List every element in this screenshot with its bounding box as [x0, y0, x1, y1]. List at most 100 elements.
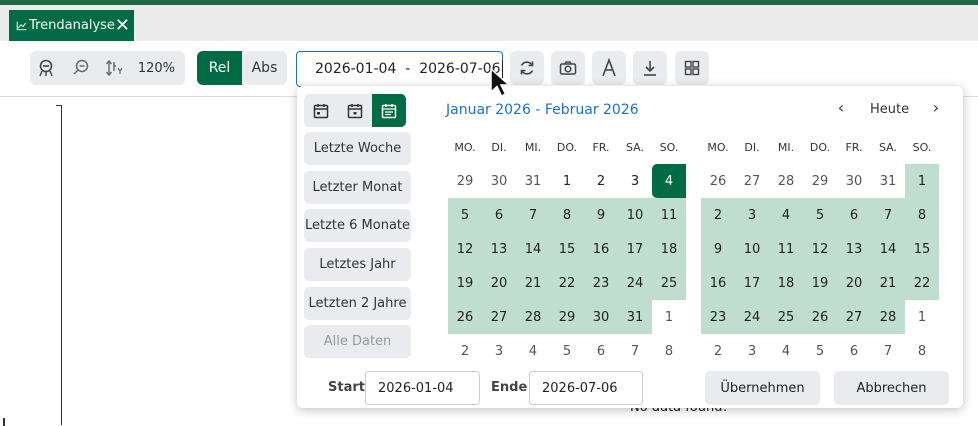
- calendar-day[interactable]: 8: [905, 198, 939, 232]
- calendar-day[interactable]: 18: [769, 266, 803, 300]
- calendar-day[interactable]: 27: [482, 300, 516, 334]
- calendar-day[interactable]: 6: [482, 198, 516, 232]
- range-view-button[interactable]: [372, 94, 406, 127]
- calendar-day[interactable]: 3: [735, 198, 769, 232]
- calendar-day[interactable]: 6: [837, 198, 871, 232]
- calendar-day[interactable]: 1: [550, 164, 584, 198]
- layout-grid-button[interactable]: [675, 51, 709, 85]
- cancel-button[interactable]: Abbrechen: [834, 371, 949, 405]
- chevron-right-icon[interactable]: ›: [928, 98, 944, 120]
- calendar-day[interactable]: 28: [871, 300, 905, 334]
- preset-last-2-years[interactable]: Letzten 2 Jahre: [304, 287, 411, 320]
- calendar-day[interactable]: 2: [584, 164, 618, 198]
- calendar-day[interactable]: 28: [516, 300, 550, 334]
- calendar-day[interactable]: 30: [837, 164, 871, 198]
- tab-trendanalyse[interactable]: Trendanalyse ✕: [9, 10, 134, 41]
- calendar-day[interactable]: 5: [550, 334, 584, 368]
- calendar-day[interactable]: 12: [448, 232, 482, 266]
- abs-button[interactable]: Abs: [242, 51, 287, 85]
- calendar-day[interactable]: 3: [482, 334, 516, 368]
- zoom-reset-button[interactable]: [30, 51, 64, 85]
- calendar-day[interactable]: 21: [516, 266, 550, 300]
- calendar-day[interactable]: 9: [584, 198, 618, 232]
- calendar-day[interactable]: 5: [803, 334, 837, 368]
- calendar-day[interactable]: 31: [871, 164, 905, 198]
- calendar-day[interactable]: 21: [871, 266, 905, 300]
- calendar-day[interactable]: 24: [618, 266, 652, 300]
- calendar-day[interactable]: 18: [652, 232, 686, 266]
- calendar-day[interactable]: 29: [448, 164, 482, 198]
- font-size-button[interactable]: [592, 51, 626, 85]
- start-date-input[interactable]: 2026-01-04: [365, 371, 480, 405]
- calendar-day[interactable]: 1: [652, 300, 686, 334]
- calendar-day[interactable]: 8: [652, 334, 686, 368]
- calendar-day[interactable]: 30: [482, 164, 516, 198]
- end-date-input[interactable]: 2026-07-06: [529, 371, 643, 405]
- calendar-day[interactable]: 7: [618, 334, 652, 368]
- calendar-day[interactable]: 2: [448, 334, 482, 368]
- calendar-day[interactable]: 19: [803, 266, 837, 300]
- calendar-day[interactable]: 30: [584, 300, 618, 334]
- calendar-day[interactable]: 15: [905, 232, 939, 266]
- calendar-day[interactable]: 6: [584, 334, 618, 368]
- preset-last-year[interactable]: Letztes Jahr: [304, 248, 411, 281]
- calendar-day[interactable]: 22: [550, 266, 584, 300]
- preset-last-month[interactable]: Letzter Monat: [304, 171, 411, 204]
- calendar-day[interactable]: 24: [735, 300, 769, 334]
- month-range-title[interactable]: Januar 2026 - Februar 2026: [446, 102, 639, 118]
- calendar-day[interactable]: 14: [516, 232, 550, 266]
- calendar-day[interactable]: 7: [516, 198, 550, 232]
- calendar-day[interactable]: 2: [701, 334, 735, 368]
- calendar-day[interactable]: 11: [769, 232, 803, 266]
- calendar-day[interactable]: 26: [448, 300, 482, 334]
- rel-button[interactable]: Rel: [197, 51, 242, 85]
- calendar-day[interactable]: 7: [871, 198, 905, 232]
- week-view-button[interactable]: [338, 94, 372, 127]
- calendar-day[interactable]: 26: [803, 300, 837, 334]
- calendar-day[interactable]: 14: [871, 232, 905, 266]
- screenshot-button[interactable]: [551, 51, 585, 85]
- calendar-day[interactable]: 4: [516, 334, 550, 368]
- zoom-out-button[interactable]: [64, 51, 98, 85]
- calendar-day[interactable]: 20: [482, 266, 516, 300]
- calendar-day[interactable]: 29: [550, 300, 584, 334]
- calendar-day[interactable]: 27: [735, 164, 769, 198]
- calendar-day[interactable]: 8: [550, 198, 584, 232]
- calendar-day[interactable]: 4: [769, 334, 803, 368]
- calendar-day[interactable]: 17: [618, 232, 652, 266]
- download-button[interactable]: [633, 51, 667, 85]
- close-icon[interactable]: ✕: [115, 16, 130, 35]
- calendar-day[interactable]: 28: [769, 164, 803, 198]
- calendar-day[interactable]: 2: [701, 198, 735, 232]
- y-axis-scale-button[interactable]: [98, 51, 132, 85]
- chevron-left-icon[interactable]: ‹: [833, 98, 849, 120]
- calendar-day[interactable]: 29: [803, 164, 837, 198]
- preset-last-week[interactable]: Letzte Woche: [304, 132, 411, 165]
- calendar-day[interactable]: 27: [837, 300, 871, 334]
- calendar-day[interactable]: 7: [871, 334, 905, 368]
- calendar-day[interactable]: 6: [837, 334, 871, 368]
- calendar-day[interactable]: 13: [837, 232, 871, 266]
- calendar-day[interactable]: 5: [803, 198, 837, 232]
- calendar-day[interactable]: 23: [584, 266, 618, 300]
- calendar-day[interactable]: 8: [905, 334, 939, 368]
- calendar-day[interactable]: 19: [448, 266, 482, 300]
- calendar-day[interactable]: 1: [905, 300, 939, 334]
- calendar-day[interactable]: 10: [618, 198, 652, 232]
- calendar-day[interactable]: 4: [652, 164, 686, 198]
- calendar-day[interactable]: 22: [905, 266, 939, 300]
- calendar-day[interactable]: 31: [618, 300, 652, 334]
- calendar-day[interactable]: 17: [735, 266, 769, 300]
- calendar-day[interactable]: 4: [769, 198, 803, 232]
- calendar-day[interactable]: 12: [803, 232, 837, 266]
- date-range-input[interactable]: 2026-01-04 - 2026-07-06: [296, 51, 503, 87]
- calendar-day[interactable]: 1: [905, 164, 939, 198]
- day-view-button[interactable]: [304, 94, 338, 127]
- calendar-day[interactable]: 9: [701, 232, 735, 266]
- calendar-day[interactable]: 26: [701, 164, 735, 198]
- calendar-day[interactable]: 11: [652, 198, 686, 232]
- calendar-day[interactable]: 25: [652, 266, 686, 300]
- calendar-day[interactable]: 20: [837, 266, 871, 300]
- calendar-day[interactable]: 25: [769, 300, 803, 334]
- calendar-day[interactable]: 16: [701, 266, 735, 300]
